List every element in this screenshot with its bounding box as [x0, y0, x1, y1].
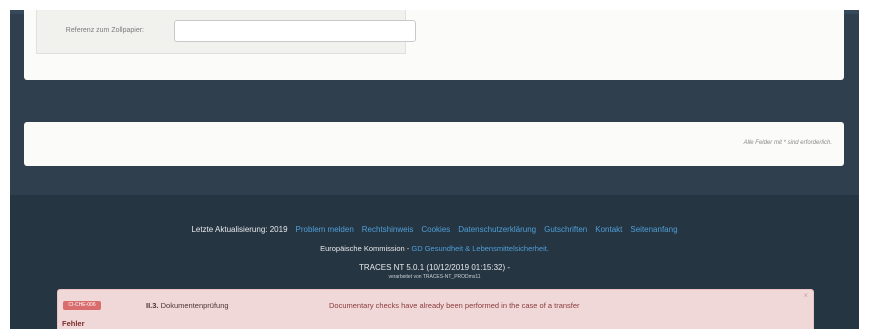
customs-reference-row: Referenz zum Zollpapier: — [36, 10, 416, 54]
error-section-number: II.3. — [146, 301, 159, 310]
customs-reference-label: Referenz zum Zollpapier: — [65, 27, 144, 34]
commission-text: Europäische Kommission - — [320, 244, 412, 253]
footer-processed-by: verarbeitet von TRACES-NT_PRODms11 — [388, 274, 481, 280]
error-section-title: Dokumentenprüfung — [160, 301, 229, 310]
traces-app-window: Referenz zum Zollpapier: Alle Felder mit… — [10, 10, 859, 329]
close-icon[interactable]: × — [803, 291, 808, 300]
footer-link-privacy[interactable]: Datenschutzerklärung — [458, 225, 536, 234]
customs-reference-input[interactable] — [174, 20, 416, 42]
error-code-badge[interactable]: CI-CHE-006 — [63, 301, 101, 310]
error-section: II.3. Dokumentenprüfung — [146, 301, 229, 310]
error-alert: CI-CHE-006 II.3. Dokumentenprüfung Docum… — [57, 289, 814, 329]
footer-link-credits[interactable]: Gutschriften — [544, 225, 587, 234]
footer-link-contact[interactable]: Kontakt — [595, 225, 622, 234]
error-message: Documentary checks have already been per… — [329, 301, 580, 310]
footer-link-dg-sante[interactable]: GD Gesundheit & Lebensmittelsicherheit. — [411, 244, 549, 253]
footer-commission-row: Europäische Kommission - GD Gesundheit &… — [10, 244, 859, 253]
form-panel: Referenz zum Zollpapier: — [24, 10, 844, 80]
last-updated-text: Letzte Aktualisierung: 2019 — [191, 225, 288, 234]
footer-link-cookies[interactable]: Cookies — [421, 225, 450, 234]
error-heading: Fehler — [62, 319, 85, 328]
footer-link-problem[interactable]: Problem melden — [296, 225, 354, 234]
required-fields-note: Alle Felder mit * sind erforderlich. — [743, 140, 832, 146]
footer-link-top[interactable]: Seitenanfang — [630, 225, 677, 234]
footer-version: TRACES NT 5.0.1 (10/12/2019 01:15:32) - — [358, 263, 511, 272]
footer-link-legal[interactable]: Rechtshinweis — [362, 225, 414, 234]
footer-links-row: Letzte Aktualisierung: 2019 Problem melde… — [10, 225, 859, 234]
required-notice-panel: Alle Felder mit * sind erforderlich. — [24, 122, 844, 166]
